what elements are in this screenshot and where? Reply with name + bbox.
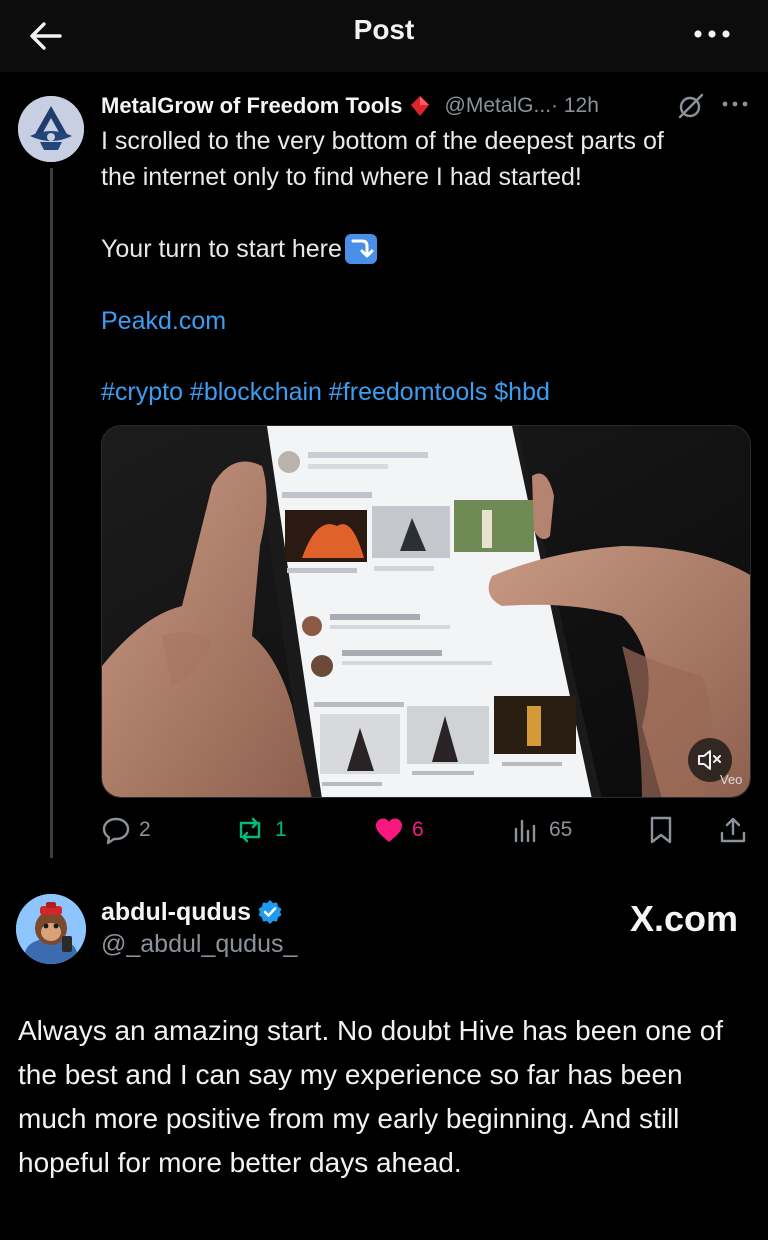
arrow-down-right-emoji-icon: [344, 234, 377, 264]
views-button[interactable]: 65: [511, 810, 572, 850]
top-bar: Post: [0, 0, 768, 72]
post-hashtags[interactable]: #crypto #blockchain #freedomtools $hbd: [101, 374, 550, 410]
bookmark-button[interactable]: [648, 810, 674, 850]
post-video[interactable]: [101, 425, 751, 798]
grok-icon[interactable]: [676, 92, 706, 120]
reply-icon: [102, 817, 130, 845]
share-button[interactable]: [718, 810, 748, 850]
post-text-line: I scrolled to the very bottom of the dee…: [101, 127, 664, 155]
page-title: Post: [353, 14, 415, 45]
veo-watermark: Veo: [720, 772, 743, 787]
reply-author-handle[interactable]: @_abdul_qudus_: [101, 930, 297, 959]
share-icon: [720, 817, 746, 843]
monkey-avatar-icon: [16, 894, 86, 964]
repost-button[interactable]: 1: [233, 810, 287, 850]
reply-author-avatar[interactable]: [16, 894, 86, 964]
author-name[interactable]: MetalGrow of Freedom Tools: [101, 93, 403, 119]
diamond-icon: [410, 96, 429, 116]
more-button[interactable]: [692, 24, 732, 44]
author-avatar[interactable]: [18, 96, 84, 162]
reply-text: Always an amazing start. No doubt Hive h…: [18, 1015, 724, 1178]
post-link[interactable]: Peakd.com: [101, 303, 226, 339]
repost-icon: [239, 817, 261, 843]
author-handle[interactable]: @MetalG...· 12h: [445, 94, 599, 118]
analytics-icon: [514, 819, 536, 843]
reply-author-row: abdul-qudus: [101, 896, 283, 928]
reply-count: 2: [139, 818, 151, 841]
bookmark-icon: [650, 816, 672, 844]
post-text-line: the internet only to find where I had st…: [101, 163, 582, 191]
post-cta-text: Your turn to start here: [101, 235, 342, 263]
repost-count: 1: [275, 818, 287, 841]
reply-button[interactable]: 2: [101, 810, 151, 850]
view-count: 65: [549, 818, 573, 841]
heart-filled-icon: [376, 818, 402, 842]
post-header: MetalGrow of Freedom Tools @MetalG...· 1…: [101, 90, 599, 122]
thread-connector-line: [50, 168, 53, 858]
post-cta-line: Your turn to start here: [101, 231, 378, 267]
post-more-icon[interactable]: [720, 97, 750, 111]
more-horizontal-icon: [694, 30, 730, 38]
source-label: X.com: [629, 898, 738, 939]
video-frame-illustration: [102, 426, 750, 797]
like-button[interactable]: 6: [374, 810, 424, 850]
reply-author-name[interactable]: abdul-qudus: [101, 898, 251, 927]
verified-badge-icon: [258, 900, 282, 924]
post-actions: 2 1 6 65: [0, 810, 768, 850]
metalgrow-logo-icon: [18, 96, 84, 162]
like-count: 6: [412, 818, 424, 841]
